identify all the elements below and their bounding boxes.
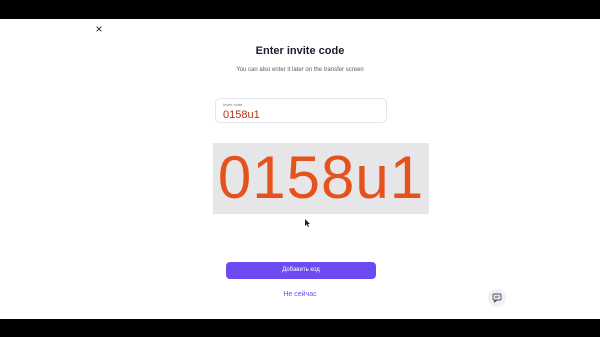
code-zoom-text: 0158u1 [217,144,425,211]
chat-icon [492,293,502,304]
letterbox-top [0,0,600,19]
code-zoom-overlay: 0158u1 [213,143,429,214]
not-now-link[interactable]: Не сейчас [0,291,600,298]
close-icon[interactable]: × [92,22,106,36]
chat-button[interactable] [488,289,506,307]
add-code-button[interactable]: Добавить код [226,262,376,279]
page-subtitle: You can also enter it later on the trans… [236,67,364,73]
mouse-pointer-icon [305,219,310,227]
invite-code-screen: × Enter invite code You can also enter i… [0,19,600,319]
invite-code-field-label: Invite code [223,102,243,107]
invite-code-field-value[interactable]: 0158u1 [223,109,260,121]
invite-code-field[interactable]: Invite code 0158u1 [215,98,387,123]
letterbox-bottom [0,319,600,337]
page-title: Enter invite code [255,45,345,57]
